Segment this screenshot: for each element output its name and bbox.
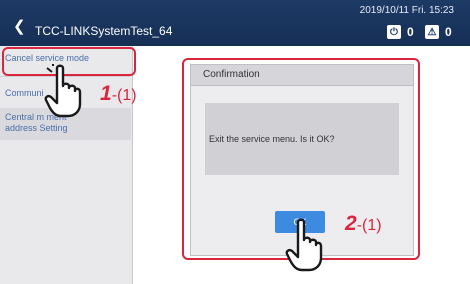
power-indicator: ⏻ 0 <box>387 24 414 40</box>
step-suffix: -(1) <box>111 87 137 104</box>
app-title: TCC-LINKSystemTest_64 <box>35 24 173 38</box>
power-icon: ⏻ <box>387 25 401 39</box>
step-suffix: -(1) <box>356 217 382 234</box>
alert-icon: ⚠ <box>425 25 439 39</box>
title-bar: ❮ TCC-LINKSystemTest_64 2019/10/11 Fri. … <box>0 0 470 46</box>
chevron-left-icon[interactable]: ❮ <box>13 19 26 34</box>
power-count: 0 <box>407 25 414 39</box>
pointing-hand-icon <box>285 218 323 272</box>
screen: ❮ TCC-LINKSystemTest_64 2019/10/11 Fri. … <box>0 0 470 284</box>
step-label-1: 1-(1) <box>100 82 137 106</box>
sidebar-item-label: Communi <box>5 88 44 98</box>
step-number: 2 <box>345 212 357 235</box>
alert-count: 0 <box>445 25 452 39</box>
step-label-2: 2-(1) <box>345 212 382 236</box>
step-number: 1 <box>100 82 112 105</box>
datetime-label: 2019/10/11 Fri. 15:23 <box>359 5 454 16</box>
sidebar-item-label: address Setting <box>5 123 68 133</box>
alert-indicator: ⚠ 0 <box>425 24 452 40</box>
pointing-hand-icon <box>44 64 82 118</box>
